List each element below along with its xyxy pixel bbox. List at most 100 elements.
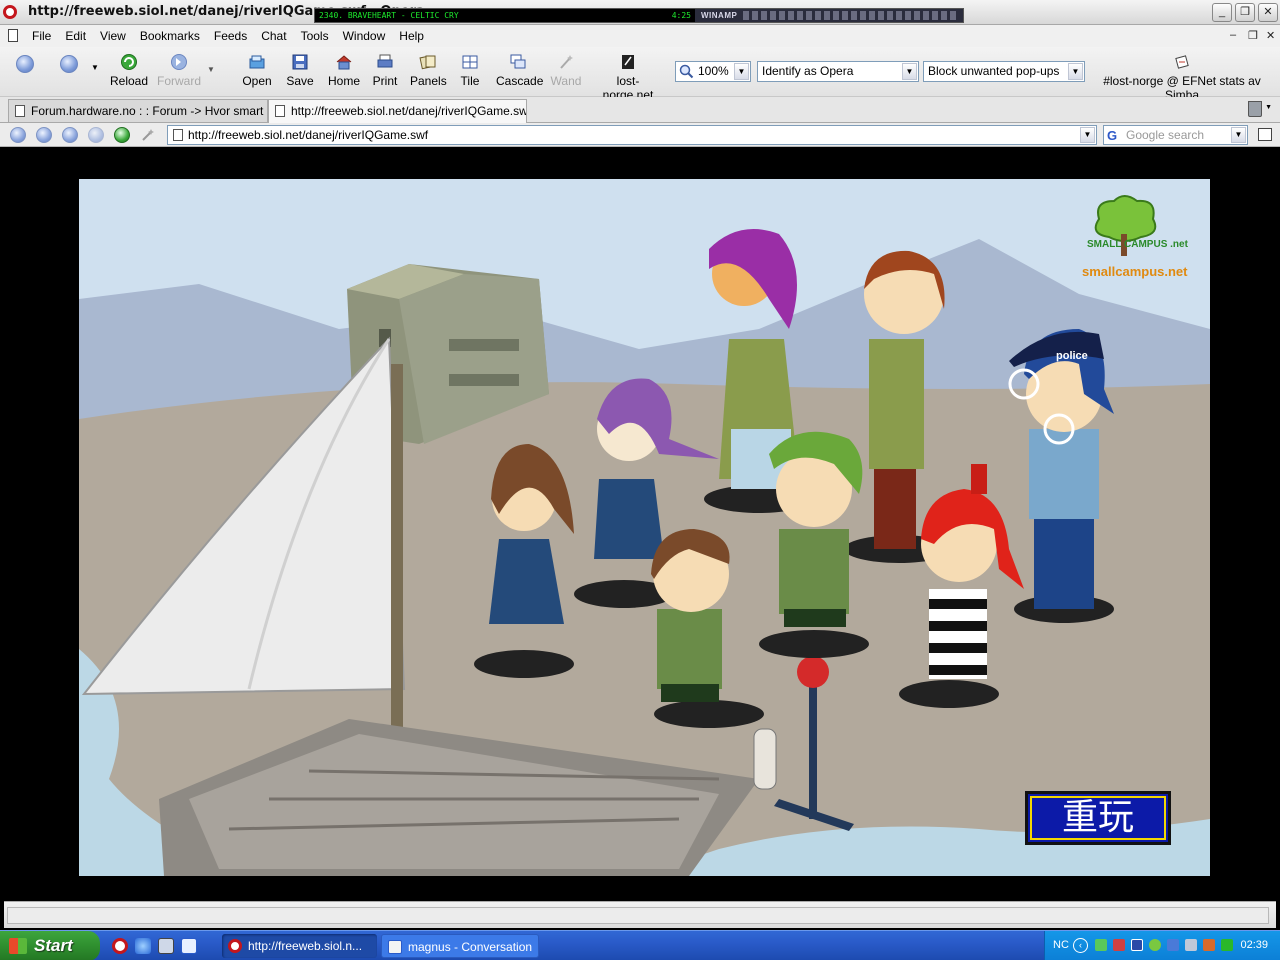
task-label: http://freeweb.siol.n... [248,939,363,953]
windows-taskbar: Start http://freeweb.siol.n... magnus - … [0,930,1280,960]
trash-icon[interactable] [1248,101,1262,117]
language-indicator[interactable]: NC [1053,939,1069,951]
url-dropdown-icon[interactable]: ▼ [1080,127,1095,143]
panels-button[interactable]: Panels [410,53,447,88]
flash-game-canvas[interactable]: police SMALL CAMPUS .net smallcampus.net… [79,179,1210,876]
tray-grid-icon[interactable] [1131,939,1143,951]
tray-users-icon[interactable] [1167,939,1179,951]
tray-security-icon[interactable] [1203,939,1215,951]
rewind-small-icon[interactable] [10,127,26,143]
home-button[interactable]: Home [326,53,362,88]
quicklaunch-ie-icon[interactable] [135,938,151,954]
mdi-minimize-icon[interactable]: – [1230,29,1236,41]
tray-network-icon[interactable] [1095,939,1107,951]
close-button[interactable]: ✕ [1258,3,1278,22]
menu-file[interactable]: File [32,29,59,43]
menu-window[interactable]: Window [343,29,394,43]
search-input[interactable]: G Google search ▼ [1103,125,1248,145]
menu-items: File Edit View Bookmarks Feeds Chat Tool… [32,29,438,43]
clock: 02:39 [1240,939,1268,951]
quicklaunch-opera-icon[interactable] [112,938,128,954]
reload-icon [121,54,137,70]
task-conversation-window[interactable]: magnus - Conversation [381,934,539,958]
cascade-icon [510,54,526,69]
identify-as-select[interactable]: Identify as Opera ▼ [757,61,919,82]
quicklaunch-desktop-icon[interactable] [158,938,174,954]
open-label: Open [242,74,272,88]
save-button[interactable]: Save [284,53,316,88]
popup-dropdown-icon[interactable]: ▼ [1068,63,1083,80]
winamp-controls[interactable] [743,11,957,20]
cascade-button[interactable]: Cascade [496,53,543,88]
status-bar [4,901,1276,928]
forward-button[interactable]: Forward [156,53,202,88]
print-button[interactable]: Print [370,53,400,88]
wand-button[interactable]: Wand [550,53,582,88]
lost-norge-button[interactable]: lost-norge.net [592,53,664,102]
popup-blocking-select[interactable]: Block unwanted pop-ups ▼ [923,61,1085,82]
menu-feeds[interactable]: Feeds [214,29,255,43]
zoom-select[interactable]: 100% ▼ [675,61,751,82]
menu-edit[interactable]: Edit [65,29,94,43]
maximize-button[interactable]: ❐ [1235,3,1255,22]
mdi-close-icon[interactable]: ✕ [1266,29,1275,42]
menu-view[interactable]: View [100,29,134,43]
tab-river-iq-game[interactable]: http://freeweb.siol.net/danej/riverIQGam… [268,99,527,123]
identify-dropdown-icon[interactable]: ▼ [902,63,917,80]
menu-tools[interactable]: Tools [301,29,337,43]
tab-label: Forum.hardware.no : : Forum -> Hvor smar… [31,104,268,118]
game-post [753,728,777,790]
menu-help[interactable]: Help [399,29,432,43]
back-small-icon[interactable] [36,127,52,143]
tray-app-icon[interactable] [1113,939,1125,951]
panel-toggle-icon[interactable] [1258,128,1272,141]
task-opera-window[interactable]: http://freeweb.siol.n... [222,934,377,958]
forward-small-icon[interactable] [62,127,78,143]
tab-bar: Forum.hardware.no : : Forum -> Hvor smar… [0,97,1280,123]
back-icon[interactable] [60,55,78,73]
trash-dropdown-icon[interactable]: ▼ [1265,104,1272,111]
window-titlebar: http://freeweb.siol.net/danej/riverIQGam… [0,0,1280,25]
menu-bookmarks[interactable]: Bookmarks [140,29,208,43]
tray-expand-icon[interactable]: ‹ [1073,938,1088,953]
opera-task-icon [228,939,242,953]
replay-button[interactable]: 重玩 [1025,791,1171,845]
tab-forum-hardware[interactable]: Forum.hardware.no : : Forum -> Hvor smar… [8,99,268,122]
tile-label: Tile [460,74,480,88]
winamp-bar[interactable]: 2340. BRAVEHEART - CELTIC CRY 4:25 WINAM… [314,8,964,23]
reload-button[interactable]: Reload [110,53,148,88]
zoom-dropdown-icon[interactable]: ▼ [734,63,749,80]
tray-status-icon[interactable] [1221,939,1233,951]
tile-button[interactable]: Tile [458,53,482,88]
open-icon [249,55,265,69]
page-menu-icon[interactable] [8,29,18,42]
tab-label: http://freeweb.siol.net/danej/riverIQGam… [291,104,527,118]
search-engine-dropdown-icon[interactable]: ▼ [1231,127,1246,143]
page-content: police SMALL CAMPUS .net smallcampus.net… [4,148,1276,900]
forward-dropdown-icon[interactable]: ▼ [207,65,215,74]
logo-small-campus-text: SMALL CAMPUS .net [1087,239,1189,250]
winamp-track-display: 2340. BRAVEHEART - CELTIC CRY 4:25 [315,9,695,22]
wand-small-icon[interactable] [140,128,156,142]
tray-monitor-icon[interactable] [1185,939,1197,951]
system-tray: NC ‹ 02:39 [1044,931,1280,960]
home-icon [336,55,352,70]
reload-small-icon[interactable] [114,127,130,143]
print-label: Print [372,74,398,88]
minimize-button[interactable]: _ [1212,3,1232,22]
open-button[interactable]: Open [240,53,274,88]
start-button[interactable]: Start [0,931,100,960]
opera-icon [3,5,17,19]
back-dropdown-icon[interactable]: ▼ [91,63,99,72]
irc-channel-button[interactable]: #lost-norge @ EFNet stats av Simba [1092,53,1272,102]
fast-forward-small-icon[interactable] [88,127,104,143]
url-field[interactable]: http://freeweb.siol.net/danej/riverIQGam… [167,125,1097,145]
mdi-restore-icon[interactable]: ❐ [1248,29,1258,42]
rewind-icon[interactable] [16,55,34,73]
address-bar: http://freeweb.siol.net/danej/riverIQGam… [0,123,1280,147]
menu-chat[interactable]: Chat [261,29,294,43]
save-label: Save [286,74,314,88]
quicklaunch-app-icon[interactable] [181,938,197,954]
lost-norge-icon [622,55,634,69]
tray-messenger-icon[interactable] [1149,939,1161,951]
